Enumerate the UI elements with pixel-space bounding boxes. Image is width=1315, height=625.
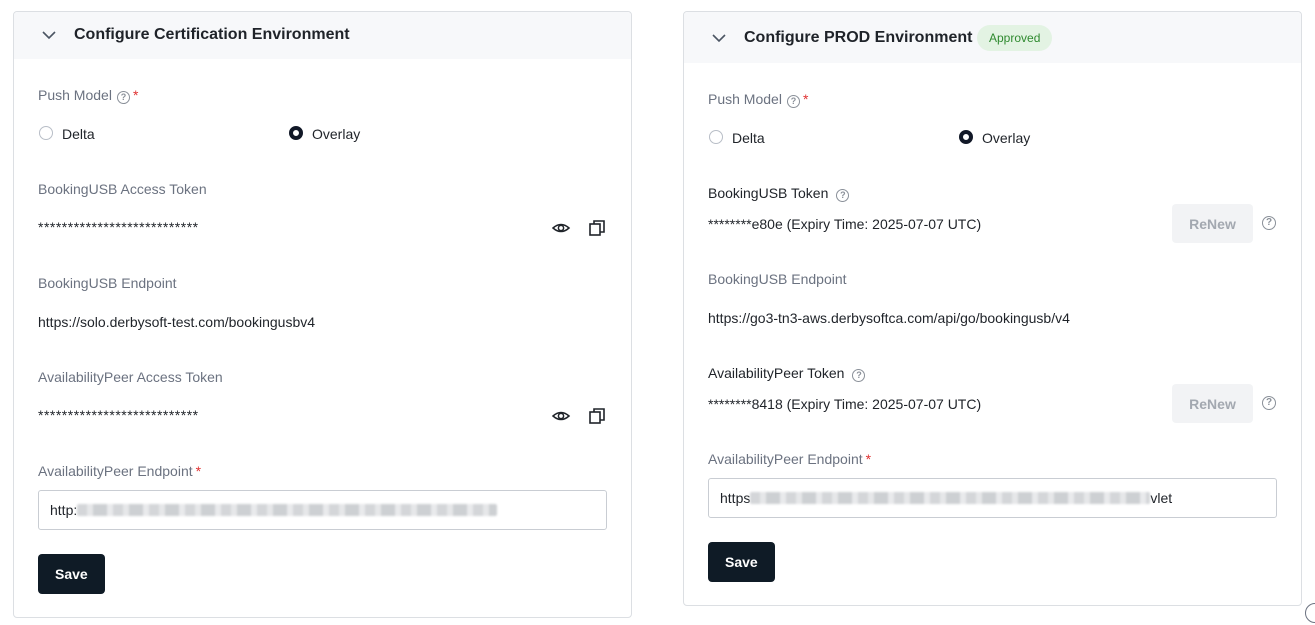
redacted-text: [77, 504, 498, 516]
availability-token-label: AvailabilityPeer Token?: [708, 365, 866, 382]
panel-header[interactable]: Configure Certification Environment: [14, 12, 631, 59]
chevron-down-icon[interactable]: [41, 27, 57, 43]
push-model-label: Push Model? *: [708, 91, 809, 108]
availability-token-value: ***************************: [38, 407, 199, 423]
radio-overlay[interactable]: [289, 126, 303, 140]
help-icon[interactable]: ?: [1262, 396, 1276, 410]
push-model-label: Push Model? *: [38, 87, 139, 104]
required-mark: *: [195, 463, 202, 479]
renew-availability-token-button[interactable]: ReNew: [1172, 384, 1253, 423]
panel-title: Configure Certification Environment: [74, 26, 350, 43]
save-button[interactable]: Save: [708, 542, 775, 582]
eye-icon[interactable]: [551, 218, 571, 238]
radio-overlay-label[interactable]: Overlay: [982, 130, 1030, 146]
required-mark: *: [865, 451, 872, 467]
help-icon[interactable]: ?: [852, 369, 866, 382]
prod-environment-panel: Configure PROD Environment Approved Push…: [683, 11, 1302, 606]
panel-header[interactable]: Configure PROD Environment Approved: [684, 12, 1301, 63]
radio-delta-label[interactable]: Delta: [732, 130, 765, 146]
chevron-down-icon[interactable]: [711, 30, 727, 46]
save-button[interactable]: Save: [38, 554, 105, 594]
availability-token-value: ********8418 (Expiry Time: 2025-07-07 UT…: [708, 396, 982, 412]
booking-token-value: ********e80e (Expiry Time: 2025-07-07 UT…: [708, 216, 982, 232]
availability-endpoint-label: AvailabilityPeer Endpoint *: [38, 463, 202, 479]
required-mark: *: [132, 87, 139, 103]
booking-endpoint-value: https://go3-tn3-aws.derbysoftca.com/api/…: [708, 310, 1070, 326]
availability-endpoint-label: AvailabilityPeer Endpoint *: [708, 451, 872, 467]
required-mark: *: [802, 91, 809, 107]
booking-endpoint-label: BookingUSB Endpoint: [708, 271, 847, 287]
booking-token-label: BookingUSB Token?: [708, 185, 850, 202]
help-widget-icon[interactable]: [1305, 603, 1315, 623]
booking-endpoint-label: BookingUSB Endpoint: [38, 275, 177, 291]
copy-icon[interactable]: [587, 406, 607, 426]
radio-delta[interactable]: [709, 130, 723, 144]
availability-endpoint-input[interactable]: https vlet: [708, 478, 1277, 518]
panel-title: Configure PROD Environment: [744, 29, 973, 46]
eye-icon[interactable]: [551, 406, 571, 426]
help-icon[interactable]: ?: [116, 91, 130, 104]
help-icon[interactable]: ?: [786, 95, 800, 108]
redacted-text: [750, 492, 1151, 504]
renew-booking-token-button[interactable]: ReNew: [1172, 204, 1253, 243]
radio-delta-label[interactable]: Delta: [62, 126, 95, 142]
booking-endpoint-value: https://solo.derbysoft-test.com/bookingu…: [38, 314, 316, 330]
radio-delta[interactable]: [39, 126, 53, 140]
availability-endpoint-input[interactable]: http:: [38, 490, 607, 530]
radio-overlay-label[interactable]: Overlay: [312, 126, 360, 142]
availability-token-label: AvailabilityPeer Access Token: [38, 369, 223, 385]
copy-icon[interactable]: [587, 218, 607, 238]
status-badge: Approved: [977, 25, 1053, 51]
booking-token-label: BookingUSB Access Token: [38, 181, 207, 197]
radio-overlay[interactable]: [959, 130, 973, 144]
booking-token-value: ***************************: [38, 219, 199, 235]
certification-environment-panel: Configure Certification Environment Push…: [13, 11, 632, 618]
help-icon[interactable]: ?: [836, 189, 850, 202]
help-icon[interactable]: ?: [1262, 216, 1276, 230]
